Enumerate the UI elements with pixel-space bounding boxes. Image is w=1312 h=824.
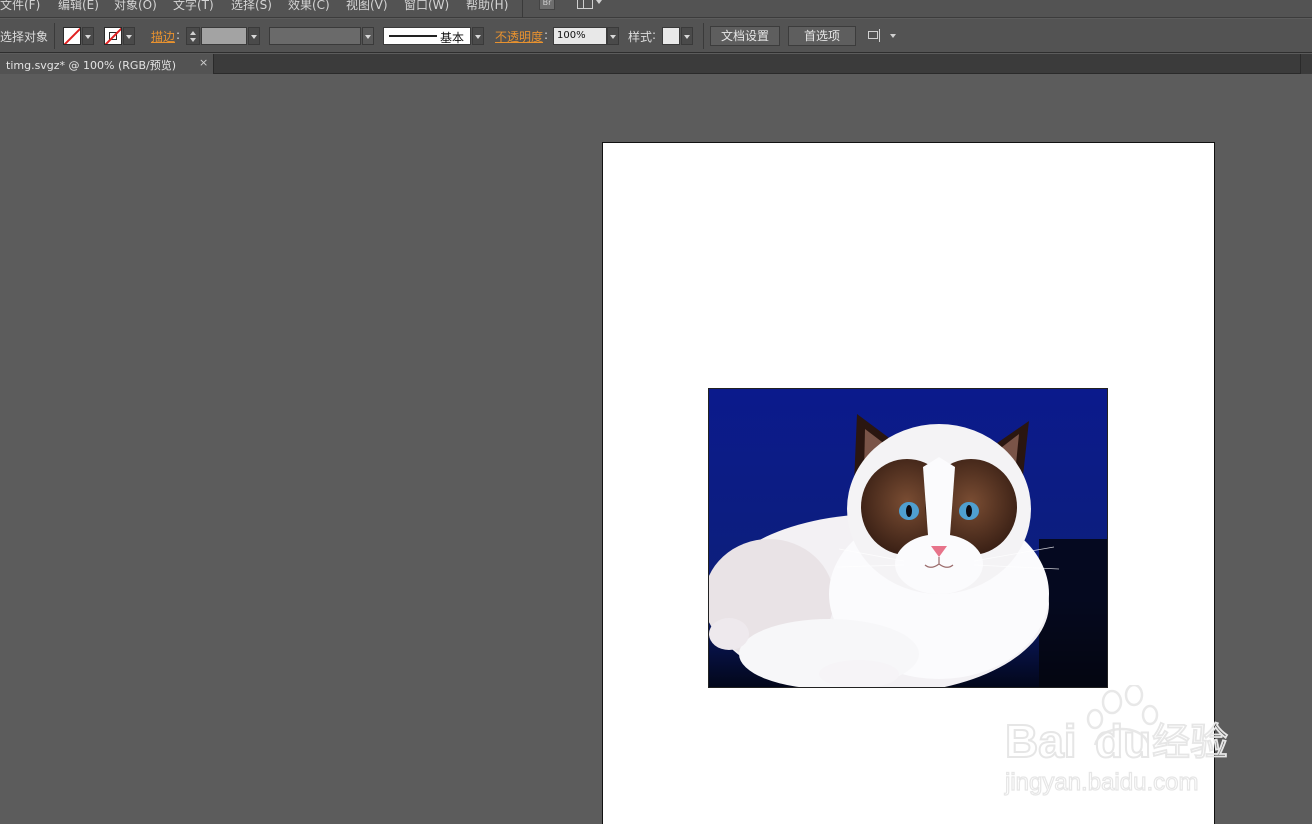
document-tab-bar: timg.svgz* @ 100% (RGB/预览) × — [0, 54, 1312, 74]
svg-text:经验: 经验 — [1152, 720, 1228, 764]
variable-width-dropdown[interactable] — [362, 27, 374, 45]
brush-dropdown[interactable] — [472, 27, 484, 45]
chevron-down-icon — [596, 0, 602, 4]
preferences-button[interactable]: 首选项 — [788, 26, 856, 46]
stroke-colon: : — [176, 28, 181, 42]
bridge-icon[interactable]: Br — [539, 0, 555, 10]
stroke-label[interactable]: 描边 — [151, 28, 175, 45]
baidu-jingyan-watermark: Bai du 经验 jingyan.baidu.com — [1000, 683, 1250, 805]
control-bar: 未选择对象 描边 : 基本 不透明度 : 100% 样式 : — [0, 19, 1312, 53]
pin-flag-glyph — [868, 31, 878, 39]
svg-text:jingyan.baidu.com: jingyan.baidu.com — [1004, 769, 1198, 796]
chevron-down-icon — [890, 34, 896, 38]
none-slash — [105, 28, 121, 44]
menu-window[interactable]: 窗口(W) — [404, 0, 449, 13]
illustrator-window: 文件(F) 编辑(E) 对象(O) 文字(T) 选择(S) 效果(C) 视图(V… — [0, 0, 1312, 824]
menu-edit[interactable]: 编辑(E) — [58, 0, 99, 13]
stroke-weight-field[interactable] — [201, 27, 247, 45]
menu-help[interactable]: 帮助(H) — [466, 0, 508, 13]
variable-width-profile[interactable] — [269, 27, 361, 45]
style-colon: : — [652, 28, 657, 42]
pin-icon[interactable] — [868, 29, 896, 43]
baidu-logo-image: Bai du 经验 jingyan.baidu.com — [1003, 683, 1229, 797]
none-slash — [64, 28, 80, 44]
menu-divider — [522, 0, 523, 18]
menu-effect[interactable]: 效果(C) — [288, 0, 330, 13]
menu-file[interactable]: 文件(F) — [0, 0, 40, 13]
opacity-label[interactable]: 不透明度 — [495, 28, 543, 45]
stroke-weight-dropdown[interactable] — [248, 27, 260, 45]
graphic-style-swatch[interactable] — [662, 27, 680, 45]
fill-dropdown[interactable] — [82, 27, 94, 45]
document-tab-title: timg.svgz* @ 100% (RGB/预览) — [6, 59, 177, 72]
brush-stroke-preview — [389, 35, 437, 37]
fill-none-icon[interactable] — [63, 27, 81, 45]
opacity-colon: : — [544, 28, 549, 42]
menu-type[interactable]: 文字(T) — [173, 0, 214, 13]
document-tab[interactable]: timg.svgz* @ 100% (RGB/预览) × — [0, 54, 214, 74]
svg-text:Bai: Bai — [1005, 715, 1077, 767]
placed-cat-image[interactable] — [708, 388, 1108, 688]
style-label: 样式 — [628, 30, 653, 44]
spinner-up-icon[interactable] — [190, 31, 196, 35]
cat-photo-illustration — [709, 389, 1107, 687]
svg-text:du: du — [1095, 715, 1151, 767]
document-setup-button[interactable]: 文档设置 — [710, 26, 780, 46]
close-icon[interactable]: × — [199, 56, 208, 69]
brush-definition[interactable]: 基本 — [383, 27, 471, 45]
brush-name: 基本 — [440, 31, 465, 45]
menu-view[interactable]: 视图(V) — [346, 0, 388, 13]
pin-pole-glyph — [879, 29, 880, 42]
graphic-style-dropdown[interactable] — [681, 27, 693, 45]
menu-object[interactable]: 对象(O) — [114, 0, 157, 13]
menu-select[interactable]: 选择(S) — [231, 0, 272, 13]
selection-status: 未选择对象 — [0, 30, 49, 44]
control-divider — [703, 23, 704, 49]
stroke-color-dropdown[interactable] — [123, 27, 135, 45]
workspace-icon[interactable] — [577, 0, 605, 10]
workspace-window-glyph — [577, 0, 593, 9]
control-divider — [54, 23, 55, 49]
opacity-dropdown[interactable] — [607, 27, 619, 45]
spinner-down-icon[interactable] — [190, 38, 196, 42]
stroke-weight-spinner[interactable] — [186, 27, 200, 45]
stroke-none-icon[interactable] — [104, 27, 122, 45]
scrollbar-corner — [1300, 54, 1312, 74]
opacity-input[interactable]: 100% — [553, 27, 607, 45]
menu-bar: 文件(F) 编辑(E) 对象(O) 文字(T) 选择(S) 效果(C) 视图(V… — [0, 0, 1312, 18]
